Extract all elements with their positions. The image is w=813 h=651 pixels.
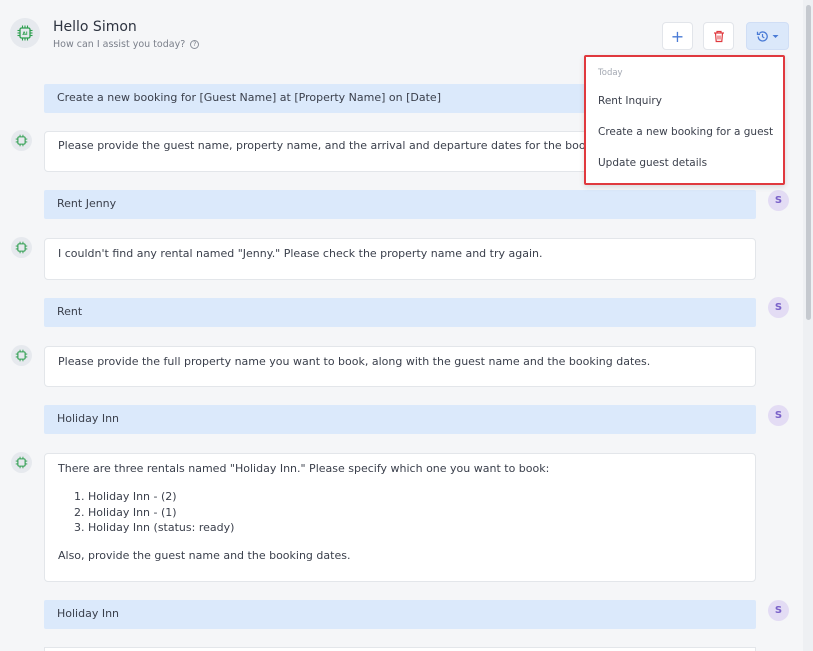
history-item-rent-inquiry[interactable]: Rent Inquiry xyxy=(598,95,662,107)
list-item: Holiday Inn (status: ready) xyxy=(88,520,742,536)
message-text: Rent xyxy=(57,305,83,318)
subtitle-text: How can I assist you today? xyxy=(53,39,186,50)
greeting-subtitle: How can I assist you today? ? xyxy=(53,39,200,50)
caret-down-icon xyxy=(772,34,779,38)
message-text: Holiday Inn xyxy=(57,607,120,620)
chip-icon xyxy=(15,349,28,362)
assistant-message: I couldn't find any rental named "Jenny.… xyxy=(44,238,756,280)
dropdown-section-label: Today xyxy=(598,68,623,78)
history-dropdown-menu: Today Rent Inquiry Create a new booking … xyxy=(584,55,785,185)
assistant-message-partial xyxy=(44,647,756,651)
message-text: There are three rentals named "Holiday I… xyxy=(58,462,550,475)
message-text: I couldn't find any rental named "Jenny.… xyxy=(58,247,543,260)
chip-icon: AI xyxy=(17,25,33,41)
message-text: Create a new booking for [Guest Name] at… xyxy=(57,91,441,104)
message-text: Holiday Inn xyxy=(57,412,120,425)
assistant-avatar xyxy=(11,345,32,366)
message-text: Please provide the full property name yo… xyxy=(58,355,651,368)
assistant-message: Please provide the full property name yo… xyxy=(44,346,756,387)
trash-icon xyxy=(713,30,724,42)
svg-text:AI: AI xyxy=(22,31,28,37)
user-avatar: S xyxy=(768,600,789,621)
user-message: Rent xyxy=(44,298,756,327)
greeting-title: Hello Simon xyxy=(53,19,137,35)
chip-icon xyxy=(15,456,28,469)
user-message: Rent Jenny xyxy=(44,190,756,219)
user-avatar: S xyxy=(768,405,789,426)
message-footer: Also, provide the guest name and the boo… xyxy=(58,548,351,562)
new-chat-button[interactable]: + xyxy=(662,22,693,50)
ai-assistant-avatar: AI xyxy=(10,18,40,48)
user-message: Holiday Inn xyxy=(44,405,756,434)
chip-icon xyxy=(15,134,28,147)
list-item: Holiday Inn - (2) xyxy=(88,489,742,505)
assistant-message: There are three rentals named "Holiday I… xyxy=(44,453,756,582)
chat-page: AI Hello Simon How can I assist you toda… xyxy=(0,0,813,651)
plus-icon: + xyxy=(670,26,685,46)
user-message: Holiday Inn xyxy=(44,600,756,629)
scrollbar[interactable] xyxy=(803,0,813,651)
help-icon[interactable]: ? xyxy=(190,40,200,49)
delete-chat-button[interactable] xyxy=(703,22,734,50)
assistant-avatar xyxy=(11,237,32,258)
history-icon xyxy=(756,30,768,42)
list-item: Holiday Inn - (1) xyxy=(88,505,742,521)
scrollbar-thumb[interactable] xyxy=(806,5,811,320)
user-avatar: S xyxy=(768,190,789,211)
rental-options-list: Holiday Inn - (2) Holiday Inn - (1) Holi… xyxy=(88,489,742,536)
history-dropdown-button[interactable] xyxy=(746,22,789,50)
assistant-avatar xyxy=(11,130,32,151)
message-text: Rent Jenny xyxy=(57,197,117,210)
history-item-create-booking[interactable]: Create a new booking for a guest xyxy=(598,126,773,138)
chip-icon xyxy=(15,241,28,254)
history-item-update-guest[interactable]: Update guest details xyxy=(598,157,707,169)
message-text: Please provide the guest name, property … xyxy=(58,139,613,152)
user-avatar: S xyxy=(768,297,789,318)
assistant-avatar xyxy=(11,452,32,473)
